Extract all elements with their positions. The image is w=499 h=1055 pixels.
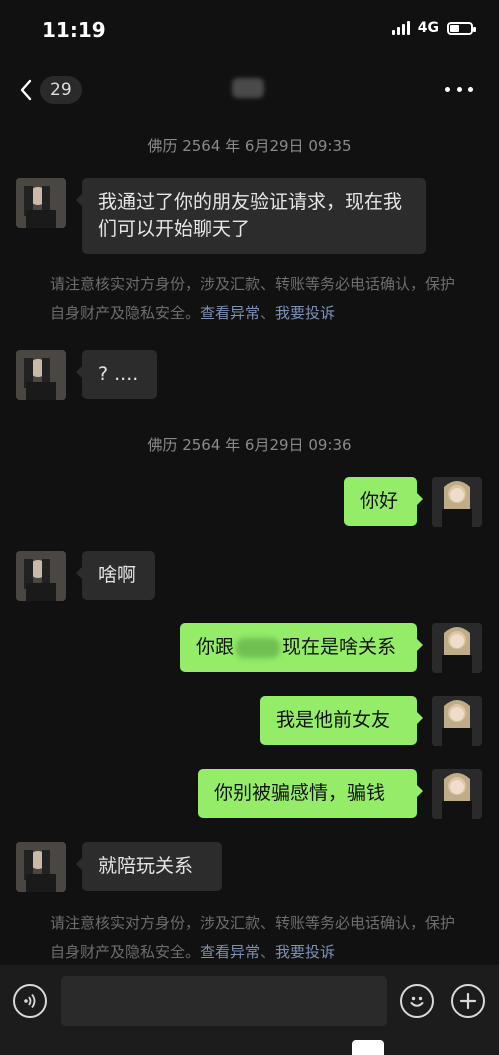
voice-input-button[interactable]: [13, 984, 47, 1018]
contact-avatar[interactable]: [16, 551, 66, 601]
message-bubble-incoming[interactable]: 我通过了你的朋友验证请求，现在我们可以开始聊天了: [76, 178, 426, 254]
my-avatar[interactable]: [432, 623, 482, 673]
signal-icon: [391, 21, 410, 35]
back-button[interactable]: 29: [18, 74, 84, 106]
more-functions-button[interactable]: [451, 984, 485, 1018]
unread-count-badge: 29: [40, 76, 82, 104]
message-bubble-outgoing[interactable]: 你别被骗感情，骗钱: [198, 769, 423, 818]
network-type: 4G: [417, 20, 439, 36]
message-bubble-outgoing[interactable]: 我是他前女友: [260, 696, 423, 745]
contact-avatar[interactable]: [16, 842, 66, 892]
my-avatar[interactable]: [432, 477, 482, 527]
message-bubble-incoming[interactable]: 啥啊: [76, 551, 155, 600]
status-time: 11:19: [42, 18, 106, 42]
plus-icon: [459, 992, 477, 1010]
notice-separator: 、: [260, 943, 276, 961]
message-input[interactable]: [61, 976, 387, 1026]
status-indicators: 4G: [391, 20, 476, 36]
complain-link[interactable]: 我要投诉: [275, 304, 335, 322]
emoji-button[interactable]: [400, 984, 434, 1018]
timestamp: 佛历 2564 年 6月29日 09:35: [147, 137, 352, 155]
message-text-part: 你跟: [196, 636, 235, 658]
battery-icon: [447, 21, 476, 35]
message-bubble-incoming[interactable]: ? ....: [76, 350, 157, 399]
message-text-part: 现在是啥关系: [282, 636, 397, 658]
chevron-left-icon: [20, 79, 32, 101]
notice-separator: 、: [260, 304, 276, 322]
watermark-logo: [352, 1040, 384, 1055]
voice-icon: [24, 993, 36, 1009]
more-icon[interactable]: [445, 80, 473, 98]
message-bubble-outgoing[interactable]: 你好: [344, 477, 423, 526]
contact-name-redacted: [232, 78, 264, 98]
timestamp: 佛历 2564 年 6月29日 09:36: [147, 436, 352, 454]
contact-avatar[interactable]: [16, 350, 66, 400]
security-notice: 请注意核实对方身份，涉及汇款、转账等务必电话确认，保护自身财产及隐私安全。查看异…: [50, 909, 455, 967]
report-abnormal-link[interactable]: 查看异常: [200, 304, 260, 322]
report-abnormal-link[interactable]: 查看异常: [200, 943, 260, 961]
contact-avatar[interactable]: [16, 178, 66, 228]
message-bubble-outgoing[interactable]: 你跟 现在是啥关系: [180, 623, 423, 672]
message-bubble-incoming[interactable]: 就陪玩关系: [76, 842, 222, 891]
redacted-name: [236, 637, 281, 658]
my-avatar[interactable]: [432, 769, 482, 819]
emoji-icon: [410, 996, 424, 1007]
my-avatar[interactable]: [432, 696, 482, 746]
complain-link[interactable]: 我要投诉: [275, 943, 335, 961]
security-notice: 请注意核实对方身份，涉及汇款、转账等务必电话确认，保护自身财产及隐私安全。查看异…: [50, 270, 455, 328]
